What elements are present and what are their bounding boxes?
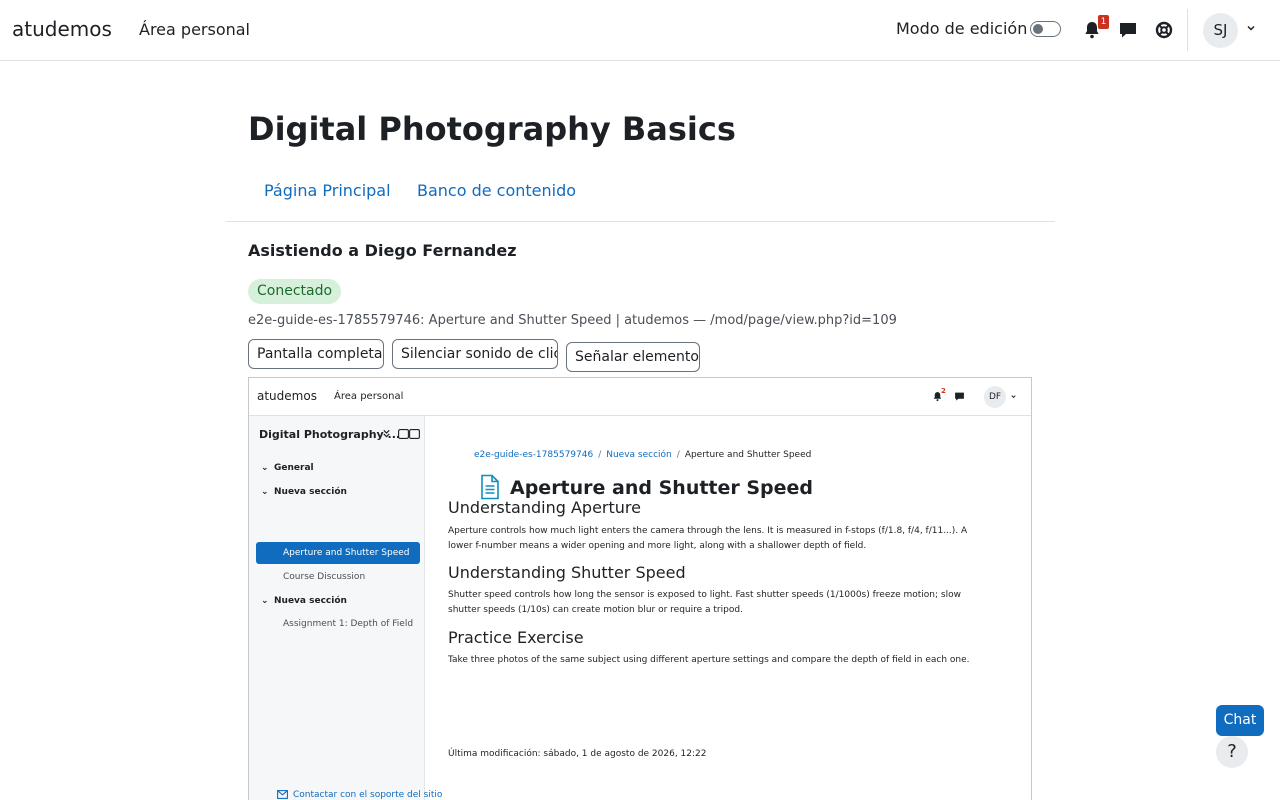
edit-mode-label: Modo de edición: [896, 19, 1028, 38]
breadcrumb-course[interactable]: e2e-guide-es-1785579746: [474, 450, 593, 460]
chevron-down-icon: ⌄: [261, 487, 269, 497]
section-heading: Understanding Aperture: [448, 498, 641, 517]
frame-main-content: e2e-guide-es-1785579746/Nueva sección / Ap…: [425, 416, 1031, 800]
section-text: Take three photos of the same subject us…: [448, 655, 970, 665]
edit-mode-toggle[interactable]: [1030, 21, 1061, 37]
chevron-down-icon: ⌄: [261, 596, 269, 606]
course-index-drawer: Digital Photography ... ⌄ General ⌄ Nueva …: [249, 416, 425, 800]
breadcrumb: e2e-guide-es-1785579746/Nueva sección / Ap…: [474, 450, 812, 460]
tab-main-page[interactable]: Página Principal: [264, 181, 391, 200]
frame-navbar: atudemos Área personal 2 DF: [249, 378, 1031, 416]
session-info: e2e-guide-es-1785579746: Aperture and Sh…: [248, 313, 897, 328]
drawer-item-aperture[interactable]: Aperture and Shutter Speed: [256, 542, 420, 564]
top-navbar: atudemos Área personal Modo de edición 1…: [0, 0, 1280, 61]
tab-content-bank[interactable]: Banco de contenido: [417, 181, 576, 200]
help-button[interactable]: ?: [1216, 736, 1248, 768]
frame-message-icon[interactable]: [954, 391, 965, 402]
last-modified: Última modificación: sábado, 1 de agosto…: [448, 749, 707, 759]
drawer-item-assignment[interactable]: Assignment 1: Depth of Field: [283, 619, 413, 629]
drawer-section-nueva-1[interactable]: ⌄ Nueva sección: [261, 487, 347, 497]
drawer-section-general[interactable]: ⌄ General: [261, 463, 314, 473]
notification-badge: 1: [1098, 15, 1109, 29]
breadcrumb-current: Aperture and Shutter Speed: [684, 450, 812, 460]
drawer-item-course-discussion[interactable]: Course Discussion: [283, 572, 365, 582]
envelope-icon: [277, 790, 288, 799]
frame-chevron-down-icon[interactable]: [1010, 393, 1017, 400]
message-icon[interactable]: [1118, 20, 1138, 40]
chat-button[interactable]: Chat: [1216, 705, 1264, 736]
drawer-section-nueva-2[interactable]: ⌄ Nueva sección: [261, 596, 347, 606]
section-heading: Practice Exercise: [448, 628, 584, 647]
support-link[interactable]: Contactar con el soporte del sitio: [277, 790, 442, 800]
frame-user-avatar[interactable]: DF: [984, 386, 1006, 408]
drawer-title: Digital Photography ...: [259, 428, 401, 441]
chevron-down-icon: ⌄: [261, 463, 269, 473]
frame-site-brand[interactable]: atudemos: [257, 389, 317, 403]
chevron-down-icon[interactable]: [1245, 22, 1257, 34]
fullscreen-button[interactable]: Pantalla completa: [248, 339, 384, 369]
breadcrumb-section[interactable]: Nueva sección: [606, 450, 672, 460]
frame-page-title: Aperture and Shutter Speed: [510, 477, 814, 499]
page-document-icon: [481, 474, 499, 500]
site-brand[interactable]: atudemos: [12, 17, 112, 41]
nav-home-link[interactable]: Área personal: [139, 20, 250, 39]
remote-view-frame[interactable]: atudemos Área personal 2 DF Digital Phot…: [248, 377, 1032, 800]
navbar-divider: [1187, 9, 1188, 51]
frame-notification-badge: 2: [941, 387, 946, 395]
collapse-all-icon[interactable]: [382, 429, 391, 438]
section-heading: Understanding Shutter Speed: [448, 563, 686, 582]
mute-click-sound-button[interactable]: Silenciar sonido de clic: [392, 339, 558, 369]
user-avatar[interactable]: SJ: [1203, 13, 1238, 48]
section-text: Aperture controls how much light enters …: [448, 526, 968, 551]
page-title: Digital Photography Basics: [248, 110, 736, 148]
section-text: Shutter speed controls how long the sens…: [448, 590, 961, 615]
status-badge: Conectado: [248, 279, 342, 304]
lifebuoy-icon[interactable]: [1154, 20, 1174, 40]
frame-home-link[interactable]: Área personal: [334, 391, 403, 402]
point-element-button[interactable]: Señalar elemento: [566, 342, 700, 372]
secondary-navigation: Página Principal Banco de contenido: [226, 170, 1055, 222]
assist-title: Asistiendo a Diego Fernandez: [248, 241, 517, 260]
close-drawer-icon[interactable]: [398, 429, 420, 439]
